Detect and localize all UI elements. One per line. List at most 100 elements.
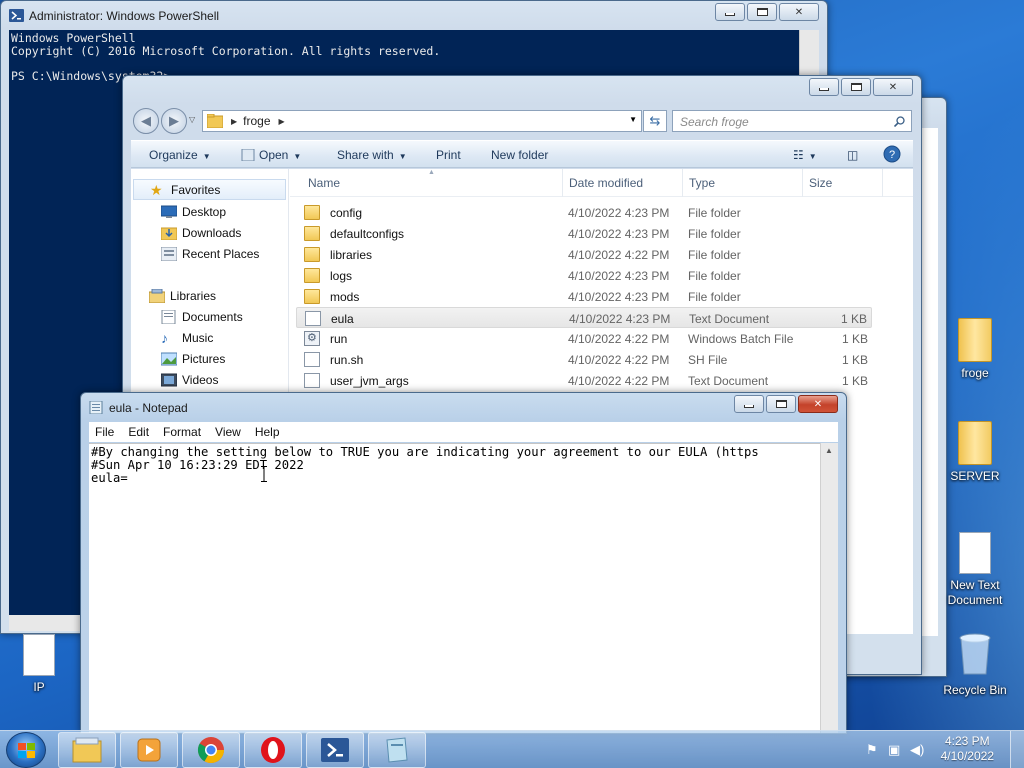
close-button[interactable]: ✕ [779,3,819,21]
desktop-icon-recycle-bin[interactable]: Recycle Bin [936,632,1014,698]
taskbar-explorer-button[interactable] [58,732,116,768]
file-name: run [330,332,348,346]
notepad-titlebar[interactable]: eula - Notepad ✕ [81,393,846,421]
taskbar-powershell-button[interactable] [306,732,364,768]
file-row[interactable]: libraries 4/10/2022 4:22 PM File folder [296,244,872,265]
maximize-icon [775,400,787,408]
breadcrumb-chevron-icon[interactable]: ▶ [279,117,285,126]
recycle-bin-icon [959,633,991,675]
nav-desktop[interactable]: Desktop [131,201,288,222]
file-row[interactable]: logs 4/10/2022 4:23 PM File folder [296,265,872,286]
desktop-icon-new-text-document[interactable]: New Text Document [936,532,1014,608]
system-tray: ⚑ ▣ ◀) 4:23 PM 4/10/2022 [854,731,1024,768]
minimize-button[interactable] [809,78,839,96]
minimize-button[interactable] [715,3,745,21]
minimize-button[interactable] [734,395,764,413]
column-date-modified[interactable]: Date modified [569,176,643,190]
desktop-icon-ip[interactable]: IP [0,634,78,695]
search-input[interactable]: Search froge [672,110,912,132]
clock[interactable]: 4:23 PM 4/10/2022 [941,734,994,764]
nav-pictures[interactable]: Pictures [131,348,288,369]
print-button[interactable]: Print [436,148,461,162]
notepad-icon [89,401,103,414]
file-size: 1 KB [841,374,868,388]
back-arrow-icon: ◀ [141,113,151,128]
menu-edit[interactable]: Edit [128,425,149,439]
nav-favorites[interactable]: ★ Favorites [133,179,286,200]
back-button[interactable]: ◀ [133,108,159,134]
taskbar-chrome-button[interactable] [182,732,240,768]
notepad-icon [241,148,255,162]
libraries-icon [149,288,165,303]
close-button[interactable]: ✕ [873,78,913,96]
column-divider[interactable] [882,169,883,197]
open-button[interactable]: Open ▼ [241,148,301,162]
menu-file[interactable]: File [95,425,114,439]
nav-videos[interactable]: Videos [131,369,288,390]
volume-icon[interactable]: ◀) [910,742,924,758]
vertical-scrollbar[interactable]: ▲ [820,443,838,733]
start-button[interactable] [6,732,46,768]
file-name: defaultconfigs [330,227,405,241]
command-bar: Organize ▼ Open ▼ Share with ▼ Print New fo… [131,140,913,168]
address-dropdown-icon[interactable]: ▼ [629,115,637,124]
nav-downloads[interactable]: Downloads [131,222,288,243]
text-document-icon [959,532,991,574]
powershell-title: Administrator: Windows PowerShell [29,9,220,23]
action-center-flag-icon[interactable]: ⚑ [866,742,878,758]
refresh-button[interactable]: ⇆ [643,110,667,132]
share-with-button[interactable]: Share with ▼ [337,148,407,162]
taskbar-opera-button[interactable] [244,732,302,768]
menu-help[interactable]: Help [255,425,280,439]
file-row[interactable]: run 4/10/2022 4:22 PM Windows Batch File… [296,328,872,349]
maximize-button[interactable] [747,3,777,21]
recent-pages-dropdown-icon[interactable]: ▽ [189,115,195,124]
menu-format[interactable]: Format [163,425,201,439]
scroll-up-icon[interactable]: ▲ [825,446,833,455]
file-name: user_jvm_args [330,374,409,388]
help-button[interactable]: ? [883,145,901,166]
new-folder-button[interactable]: New folder [491,148,548,162]
taskbar-notepad-button[interactable] [368,732,426,768]
maximize-button[interactable] [766,395,796,413]
desktop-icon-server[interactable]: SERVER [936,421,1014,484]
view-options-button[interactable]: ☷ ▼ [793,148,817,162]
organize-button[interactable]: Organize ▼ [149,148,211,162]
file-row[interactable]: defaultconfigs 4/10/2022 4:23 PM File fo… [296,223,872,244]
address-row: ◀ ▶ ▽ ▶ froge ▶ ▼ ⇆ Search froge [131,106,913,136]
column-divider[interactable] [802,169,803,197]
explorer-titlebar[interactable]: ✕ [123,76,921,104]
menu-view[interactable]: View [215,425,241,439]
address-bar[interactable]: ▶ froge ▶ ▼ [202,110,642,132]
documents-icon [161,309,176,324]
maximize-button[interactable] [841,78,871,96]
show-desktop-button[interactable] [1010,731,1024,768]
refresh-icon: ⇆ [649,113,661,128]
powershell-titlebar[interactable]: Administrator: Windows PowerShell ✕ [1,1,827,29]
breadcrumb-chevron-icon[interactable]: ▶ [231,117,237,126]
column-divider[interactable] [562,169,563,197]
notepad-text-area[interactable]: #By changing the setting below to TRUE y… [89,443,820,733]
column-divider[interactable] [682,169,683,197]
nav-recent-places[interactable]: Recent Places [131,243,288,264]
forward-button[interactable]: ▶ [161,108,187,134]
column-size[interactable]: Size [809,176,832,190]
file-row[interactable]: user_jvm_args 4/10/2022 4:22 PM Text Doc… [296,370,872,391]
document-icon [304,352,320,367]
taskbar-media-player-button[interactable] [120,732,178,768]
nav-music[interactable]: ♪ Music [131,327,288,348]
notepad-window[interactable]: eula - Notepad ✕ File Edit Format View H… [80,392,847,734]
network-icon[interactable]: ▣ [888,742,900,758]
file-row[interactable]: mods 4/10/2022 4:23 PM File folder [296,286,872,307]
nav-documents[interactable]: Documents [131,306,288,327]
column-type[interactable]: Type [689,176,715,190]
file-row-selected[interactable]: eula 4/10/2022 4:23 PM Text Document 1 K… [296,307,872,328]
column-name[interactable]: Name [308,176,340,190]
preview-pane-button[interactable]: ◫ [847,148,858,162]
breadcrumb-froge[interactable]: froge [243,114,270,128]
desktop-icon-froge[interactable]: froge [936,318,1014,381]
file-row[interactable]: run.sh 4/10/2022 4:22 PM SH File 1 KB [296,349,872,370]
close-button[interactable]: ✕ [798,395,838,413]
nav-libraries[interactable]: Libraries [131,285,288,306]
file-row[interactable]: config 4/10/2022 4:23 PM File folder [296,202,872,223]
